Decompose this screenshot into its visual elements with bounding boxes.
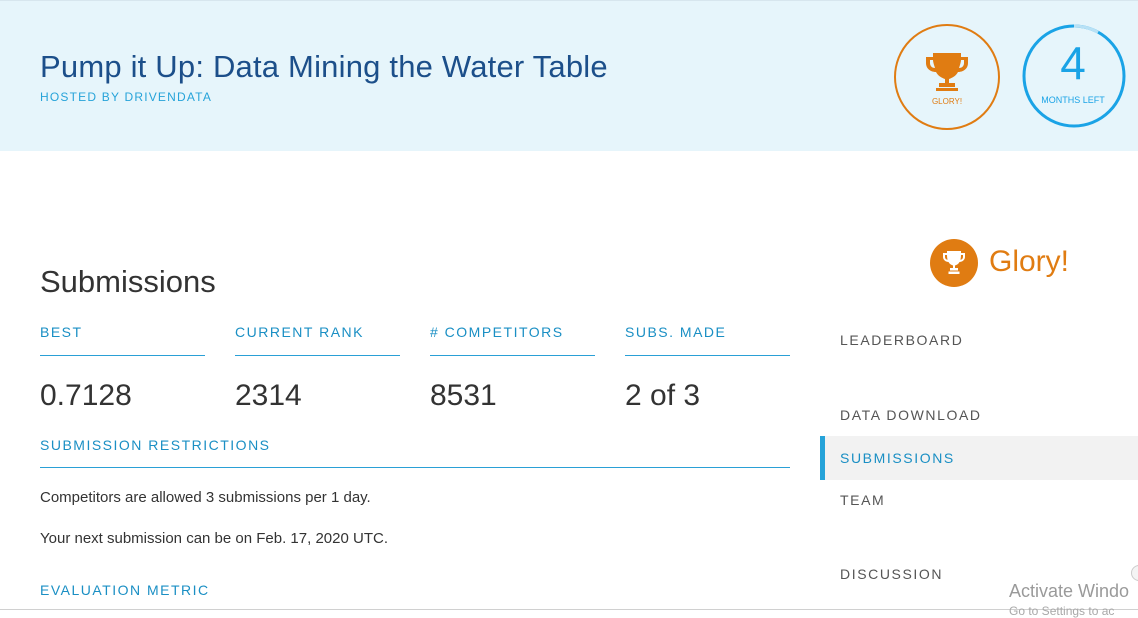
trophy-icon bbox=[943, 251, 965, 274]
sidebar-item-leaderboard[interactable]: LEADERBOARD bbox=[820, 318, 1138, 362]
sidebar-item-team[interactable]: TEAM bbox=[820, 478, 1138, 522]
divider bbox=[0, 609, 1138, 610]
page-title: Submissions bbox=[40, 264, 216, 299]
hosted-by-link[interactable]: HOSTED BY DRIVENDATA bbox=[40, 90, 212, 104]
competition-title: Pump it Up: Data Mining the Water Table bbox=[40, 49, 608, 84]
activation-watermark-title: Activate Windo bbox=[1009, 581, 1130, 601]
sidebar-item-data-download[interactable]: DATA DOWNLOAD bbox=[820, 393, 1138, 437]
months-left-number: 4 bbox=[1060, 37, 1086, 89]
competition-header: Pump it Up: Data Mining the Water Table … bbox=[0, 0, 1138, 151]
stat-value: 2 of 3 bbox=[625, 379, 701, 412]
months-left-label: MONTHS LEFT bbox=[1041, 95, 1105, 105]
stat-value: 0.7128 bbox=[40, 379, 132, 412]
stat-label: SUBS. MADE bbox=[625, 324, 790, 356]
restriction-text: Competitors are allowed 3 submissions pe… bbox=[40, 489, 371, 506]
trophy-icon bbox=[926, 53, 968, 91]
trophy-circle bbox=[930, 239, 978, 287]
prize-badge-label: GLORY! bbox=[931, 97, 963, 106]
stat-subs-made: SUBS. MADE 2 of 3 bbox=[625, 324, 790, 413]
sidebar-item-submissions[interactable]: SUBMISSIONS bbox=[820, 436, 1138, 480]
stat-label: CURRENT RANK bbox=[235, 324, 400, 356]
submission-restrictions-heading: SUBMISSION RESTRICTIONS bbox=[40, 437, 790, 468]
stat-value: 2314 bbox=[235, 379, 302, 412]
stat-label: # COMPETITORS bbox=[430, 324, 595, 356]
evaluation-metric-heading: EVALUATION METRIC bbox=[40, 582, 210, 598]
prize-badge: GLORY! bbox=[894, 24, 1000, 130]
time-left-badge: 4 MONTHS LEFT bbox=[1022, 24, 1126, 128]
sidebar-prize-text: Glory! bbox=[989, 245, 1070, 278]
stat-competitors: # COMPETITORS 8531 bbox=[430, 324, 595, 413]
stat-best: BEST 0.7128 bbox=[40, 324, 205, 413]
stat-label: BEST bbox=[40, 324, 205, 356]
stat-value: 8531 bbox=[430, 379, 497, 412]
stat-current-rank: CURRENT RANK 2314 bbox=[235, 324, 400, 413]
next-submission-text: Your next submission can be on Feb. 17, … bbox=[40, 530, 388, 547]
